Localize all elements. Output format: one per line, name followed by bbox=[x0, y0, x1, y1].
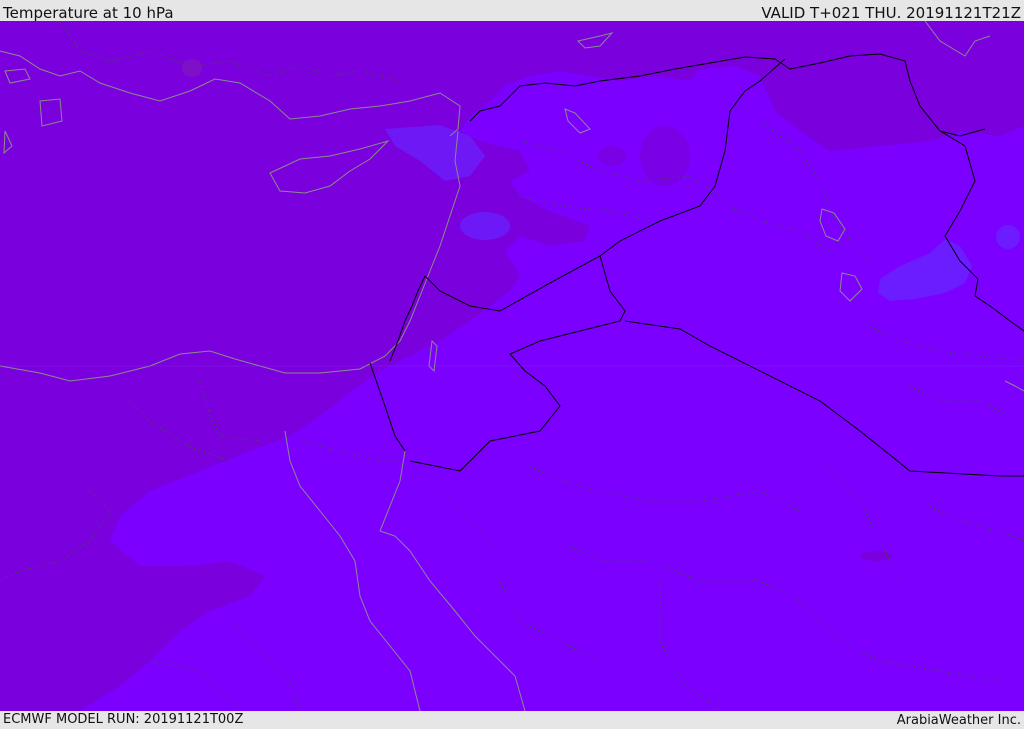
credit-label: ArabiaWeather Inc. bbox=[896, 713, 1021, 728]
cool-patch-levant bbox=[460, 212, 510, 240]
map-panel bbox=[0, 21, 1024, 711]
cool-patch-east bbox=[996, 225, 1020, 249]
warm-patch-syria bbox=[598, 146, 626, 166]
map-title: Temperature at 10 hPa bbox=[3, 4, 174, 22]
warm-patch-south bbox=[860, 551, 892, 561]
map-footer: ECMWF MODEL RUN: 20191121T00Z ArabiaWeat… bbox=[0, 711, 1024, 729]
map-header: Temperature at 10 hPa VALID T+021 THU. 2… bbox=[0, 0, 1024, 21]
model-run-label: ECMWF MODEL RUN: 20191121T00Z bbox=[3, 712, 244, 727]
warm-patch-north bbox=[640, 126, 690, 186]
temperature-map bbox=[0, 21, 1024, 711]
warm-patch-sea bbox=[182, 59, 202, 77]
valid-time: VALID T+021 THU. 20191121T21Z bbox=[761, 4, 1021, 22]
